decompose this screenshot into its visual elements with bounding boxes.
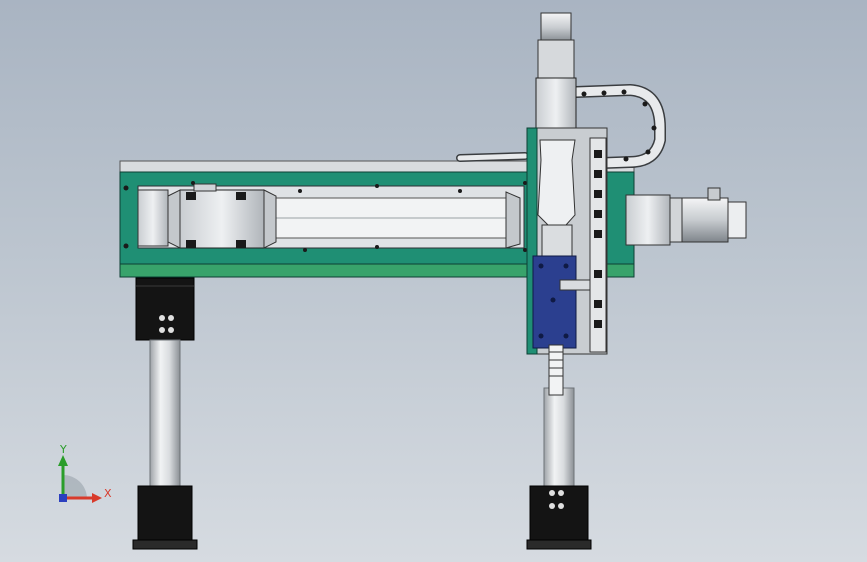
cad-viewport[interactable]: Y X [0,0,867,562]
right-support-column [526,387,592,550]
left-column-base-plate [132,539,198,550]
x-motor-coupling-housing [625,194,671,246]
left-support-column [132,277,198,550]
z-bellows [537,139,576,226]
left-column-bottom-clamp [137,485,193,543]
z-axis-module [526,12,608,396]
coordinate-triad[interactable]: Y X [58,443,112,503]
right-column-base-plate [526,539,592,550]
left-column-top-clamp [135,277,195,341]
x-axis-motor [625,187,747,246]
y-axis-label: Y [59,443,67,456]
z-axis-marker [59,494,67,502]
x-motor-flange [669,197,683,243]
x-axis-label: X [104,487,112,500]
x-motor-end-cap [727,201,747,239]
left-column-tube [149,339,181,489]
z-motor-top [540,12,572,44]
x-motor-body [681,197,729,243]
right-column-tube [543,387,575,489]
left-end-block [137,189,169,247]
z-motor-coupling [535,77,577,129]
